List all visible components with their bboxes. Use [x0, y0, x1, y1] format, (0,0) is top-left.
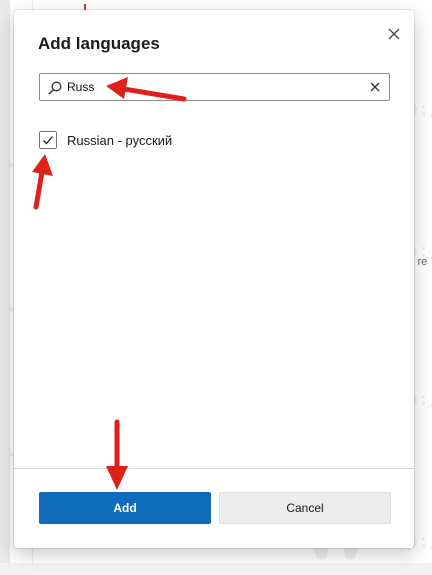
- clear-icon: [370, 82, 380, 92]
- language-item-russian[interactable]: Russian - русский: [39, 130, 339, 152]
- language-label: Russian - русский: [67, 133, 173, 148]
- background-text-snippet: l re: [412, 256, 428, 268]
- footer-divider: [14, 468, 414, 469]
- add-languages-dialog: Add languages Russian - русский Add Canc…: [14, 10, 414, 548]
- language-checkbox[interactable]: [39, 131, 57, 149]
- close-icon: [388, 28, 400, 40]
- search-icon: [48, 81, 62, 95]
- search-input[interactable]: [67, 77, 357, 97]
- close-button[interactable]: [382, 22, 406, 46]
- checkmark-icon: [43, 136, 53, 145]
- clear-search-button[interactable]: [367, 79, 383, 95]
- cancel-button[interactable]: Cancel: [219, 492, 391, 524]
- add-button[interactable]: Add: [39, 492, 211, 524]
- dialog-title: Add languages: [38, 34, 160, 53]
- search-box[interactable]: [39, 73, 390, 101]
- background-left-edge: [0, 0, 10, 563]
